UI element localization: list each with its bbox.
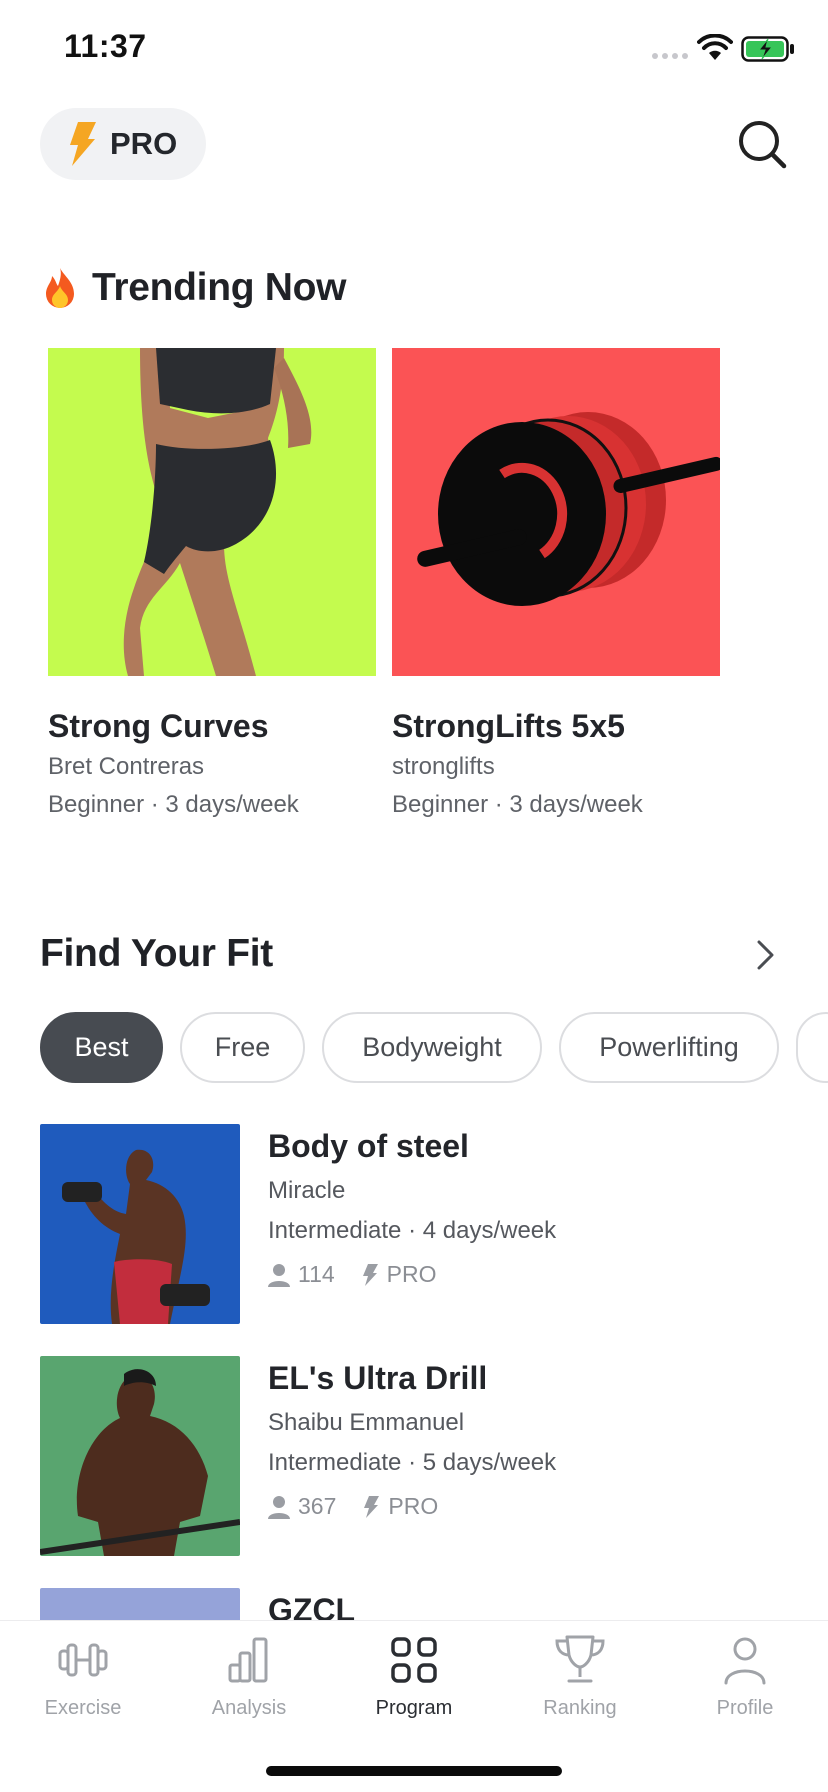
program-user-count: 367 <box>298 1493 337 1519</box>
program-name: Body of steel <box>268 1128 469 1164</box>
program-author: Miracle <box>268 1177 346 1204</box>
program-tier: PRO <box>386 1261 437 1287</box>
program-row-els-ultra-drill[interactable]: EL's Ultra Drill Shaibu Emmanuel Interme… <box>40 1356 800 1556</box>
tab-label: Profile <box>716 1697 774 1719</box>
trending-title: Trending Now <box>40 266 347 310</box>
program-name: EL's Ultra Drill <box>268 1360 488 1396</box>
search-icon[interactable] <box>734 116 790 172</box>
program-meta: Intermediate · 5 days/week <box>268 1449 557 1476</box>
chevron-right-icon[interactable] <box>748 938 782 972</box>
trending-card-author: Bret Contreras <box>48 753 205 780</box>
program-meta: Intermediate · 4 days/week <box>268 1217 557 1244</box>
tab-ranking[interactable]: Ranking <box>497 1621 663 1741</box>
athlete-photo-illustration <box>40 1369 240 1556</box>
status-bar: 11:37 <box>0 0 828 100</box>
trending-card-name: StrongLifts 5x5 <box>392 708 625 744</box>
program-thumbnail <box>40 1124 240 1324</box>
home-indicator <box>266 1766 562 1776</box>
chip-powerlifting[interactable]: Powerlifting <box>559 1012 779 1083</box>
chip-free[interactable]: Free <box>180 1012 305 1083</box>
trending-card-stronglifts[interactable]: StrongLifts 5x5 stronglifts Beginner · 3… <box>392 348 720 819</box>
tab-label: Analysis <box>211 1697 287 1719</box>
program-stats: 367 PRO <box>268 1493 556 1520</box>
tab-label: Ranking <box>543 1697 617 1719</box>
bolt-icon <box>364 1495 380 1518</box>
barbell-illustration <box>417 412 720 606</box>
tab-exercise[interactable]: Exercise <box>0 1621 166 1741</box>
tab-label: Program <box>375 1697 453 1719</box>
user-count-icon <box>268 1263 290 1287</box>
program-author: Shaibu Emmanuel <box>268 1409 465 1436</box>
bolt-icon <box>362 1263 378 1286</box>
person-icon <box>724 1637 766 1685</box>
bolt-icon <box>70 122 96 166</box>
wifi-icon <box>697 34 733 60</box>
fire-icon <box>46 268 74 308</box>
athlete-photo-illustration <box>62 1149 210 1324</box>
program-info: EL's Ultra Drill Shaibu Emmanuel Interme… <box>268 1360 556 1520</box>
program-user-count: 114 <box>298 1261 335 1287</box>
bar-chart-icon <box>228 1637 268 1683</box>
trending-card-meta: Beginner · 3 days/week <box>392 791 643 818</box>
trending-card-image <box>48 348 376 676</box>
program-info: Body of steel Miracle Intermediate · 4 d… <box>268 1128 556 1288</box>
pro-badge-button[interactable]: PRO <box>40 108 206 180</box>
trending-card-strong-curves[interactable]: Strong Curves Bret Contreras Beginner · … <box>48 348 376 819</box>
tab-label: Exercise <box>44 1697 122 1719</box>
athlete-photo-illustration <box>123 348 312 676</box>
program-stats: 114 PRO <box>268 1261 556 1288</box>
chip-best[interactable]: Best <box>40 1012 163 1083</box>
filter-chips: Best Free Bodyweight Powerlifting <box>40 1012 828 1083</box>
tab-profile[interactable]: Profile <box>662 1621 828 1741</box>
cellular-signal-icon <box>652 53 688 59</box>
trending-card-meta: Beginner · 3 days/week <box>48 791 299 818</box>
status-time: 11:37 <box>64 28 147 64</box>
dumbbell-icon <box>58 1643 108 1677</box>
program-row-body-of-steel[interactable]: Body of steel Miracle Intermediate · 4 d… <box>40 1124 800 1324</box>
trophy-icon <box>555 1635 605 1683</box>
chip-more[interactable] <box>796 1012 828 1083</box>
chip-bodyweight[interactable]: Bodyweight <box>322 1012 542 1083</box>
pro-label: PRO <box>110 126 178 161</box>
tab-analysis[interactable]: Analysis <box>166 1621 332 1741</box>
grid-icon <box>391 1637 437 1683</box>
trending-card-image <box>392 348 720 676</box>
trending-card-author: stronglifts <box>392 753 495 780</box>
battery-icon <box>741 36 794 62</box>
program-tier: PRO <box>388 1493 439 1519</box>
program-thumbnail <box>40 1356 240 1556</box>
trending-card-name: Strong Curves <box>48 708 269 744</box>
find-your-fit-title: Find Your Fit <box>40 932 273 975</box>
trending-title-text: Trending Now <box>92 266 347 309</box>
user-count-icon <box>268 1495 290 1519</box>
tab-program[interactable]: Program <box>331 1621 497 1741</box>
